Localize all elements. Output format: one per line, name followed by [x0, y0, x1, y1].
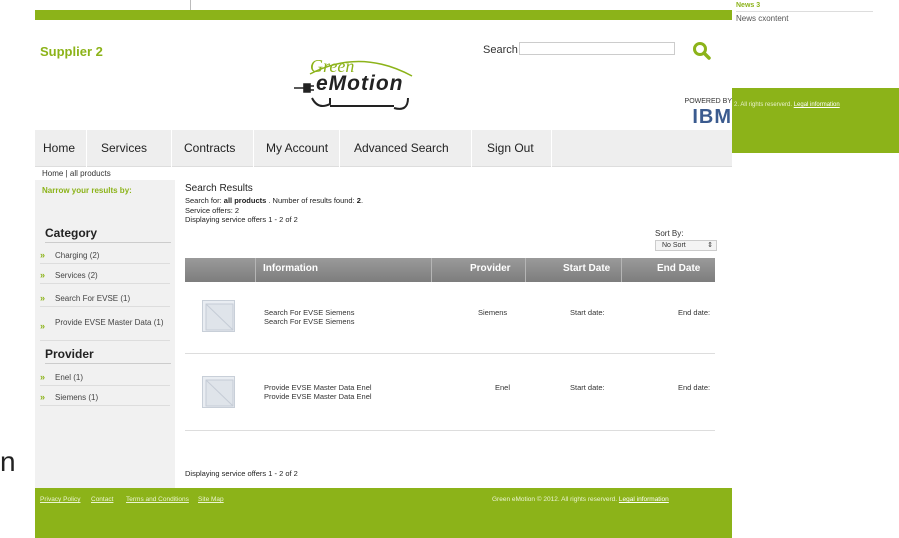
offer-provider: Siemens — [478, 308, 508, 317]
column-provider[interactable]: Provider — [470, 258, 511, 282]
offer-start-date: Start date: — [570, 383, 605, 392]
category-heading: Category — [45, 226, 171, 243]
select-arrows-icon: ⇕ — [707, 242, 713, 249]
narrow-results-label: Narrow your results by: — [42, 186, 132, 195]
background-footer-fragment: 2. All rights reserverd. Legal informati… — [732, 88, 899, 153]
logo-emotion-text: eMotion — [316, 72, 404, 95]
nav-sign-out[interactable]: Sign Out — [472, 130, 552, 167]
double-chevron-icon: » — [40, 270, 46, 280]
results-table-header: Information Provider Start Date End Date — [185, 258, 715, 282]
footer-link-contact[interactable]: Contact — [91, 496, 113, 503]
service-offers-count: Service offers: 2 — [185, 206, 240, 215]
footer-link-terms[interactable]: Terms and Conditions — [126, 496, 189, 503]
column-information[interactable]: Information — [263, 258, 318, 282]
results-title: Search Results — [185, 183, 253, 194]
displaying-range: Displaying service offers 1 - 2 of 2 — [185, 215, 298, 224]
provider-heading: Provider — [45, 347, 171, 364]
offer-end-date: End date: — [678, 308, 711, 317]
news-title: News 3 — [736, 2, 761, 9]
offer-thumbnail[interactable] — [202, 376, 235, 408]
offer-info[interactable]: Provide EVSE Master Data Enel Provide EVS… — [264, 383, 372, 401]
offer-start-date: Start date: — [570, 308, 605, 317]
header: Supplier 2 Green eMotion Search POWERED … — [35, 20, 732, 140]
double-chevron-icon: » — [40, 250, 46, 260]
filter-category-provide-evse[interactable]: » Provide EVSE Master Data (1) — [40, 317, 170, 341]
green-emotion-logo[interactable]: Green eMotion — [290, 54, 440, 114]
offer-info[interactable]: Search For EVSE Siemens Search For EVSE S… — [264, 308, 354, 326]
sort-by-label: Sort By: — [655, 229, 684, 238]
offer-provider: Enel — [495, 383, 511, 392]
nav-my-account[interactable]: My Account — [254, 130, 340, 167]
main-nav: Home Services Contracts My Account Advan… — [35, 130, 732, 167]
footer-copyright: Green eMotion © 2012. All rights reserve… — [492, 496, 669, 503]
offer-end-date: End date: — [678, 383, 711, 392]
search-input[interactable] — [519, 42, 675, 55]
background-legal-link[interactable]: Legal information — [794, 102, 840, 108]
background-news-panel: News 3 News cxontent — [732, 0, 877, 62]
column-divider — [431, 258, 432, 282]
filter-category-search-evse[interactable]: » Search For EVSE (1) — [40, 293, 170, 307]
nav-home[interactable]: Home — [35, 130, 87, 167]
filter-sidebar: Narrow your results by: Category » Charg… — [35, 180, 175, 492]
double-chevron-icon: » — [40, 321, 46, 331]
column-divider — [621, 258, 622, 282]
double-chevron-icon: » — [40, 392, 46, 402]
footer: Privacy Policy Contact Terms and Conditi… — [35, 488, 732, 538]
main-page: Supplier 2 Green eMotion Search POWERED … — [35, 10, 732, 538]
footer-legal-link[interactable]: Legal information — [619, 496, 669, 503]
offer-thumbnail[interactable] — [202, 300, 235, 332]
nav-contracts[interactable]: Contracts — [172, 130, 254, 167]
image-placeholder-icon — [205, 379, 234, 407]
column-end-date[interactable]: End Date — [657, 258, 700, 282]
filter-category-charging[interactable]: » Charging (2) — [40, 250, 170, 264]
top-accent-bar — [35, 10, 732, 20]
filter-provider-siemens[interactable]: » Siemens (1) — [40, 392, 170, 406]
search-button[interactable] — [691, 40, 713, 62]
filter-category-services[interactable]: » Services (2) — [40, 270, 170, 284]
row-divider — [185, 353, 715, 354]
search-icon — [693, 42, 711, 60]
news-content: News cxontent — [736, 14, 789, 23]
nav-services[interactable]: Services — [87, 130, 172, 167]
nav-advanced-search[interactable]: Advanced Search — [340, 130, 472, 167]
powered-by-label: POWERED BY — [684, 98, 732, 105]
footer-link-sitemap[interactable]: Site Map — [198, 496, 224, 503]
search-label: Search — [483, 44, 518, 56]
filter-provider-enel[interactable]: » Enel (1) — [40, 372, 170, 386]
double-chevron-icon: » — [40, 372, 46, 382]
row-divider — [185, 430, 715, 431]
column-divider — [525, 258, 526, 282]
displaying-range-bottom: Displaying service offers 1 - 2 of 2 — [185, 469, 298, 478]
double-chevron-icon: » — [40, 293, 46, 303]
supplier-name: Supplier 2 — [40, 44, 103, 59]
sort-select[interactable]: No Sort ⇕ — [655, 240, 717, 251]
column-start-date[interactable]: Start Date — [563, 258, 610, 282]
image-placeholder-icon — [205, 303, 234, 331]
background-letter: n — [0, 446, 16, 477]
search-term: all products — [223, 196, 267, 205]
search-for-line: Search for: all products . Number of res… — [185, 196, 364, 205]
ibm-logo: IBM — [676, 106, 732, 128]
column-divider — [255, 258, 256, 282]
breadcrumb: Home | all products — [42, 169, 111, 178]
footer-link-privacy[interactable]: Privacy Policy — [40, 496, 80, 503]
background-footer-text: 2. All rights reserverd. Legal informati… — [734, 102, 840, 108]
